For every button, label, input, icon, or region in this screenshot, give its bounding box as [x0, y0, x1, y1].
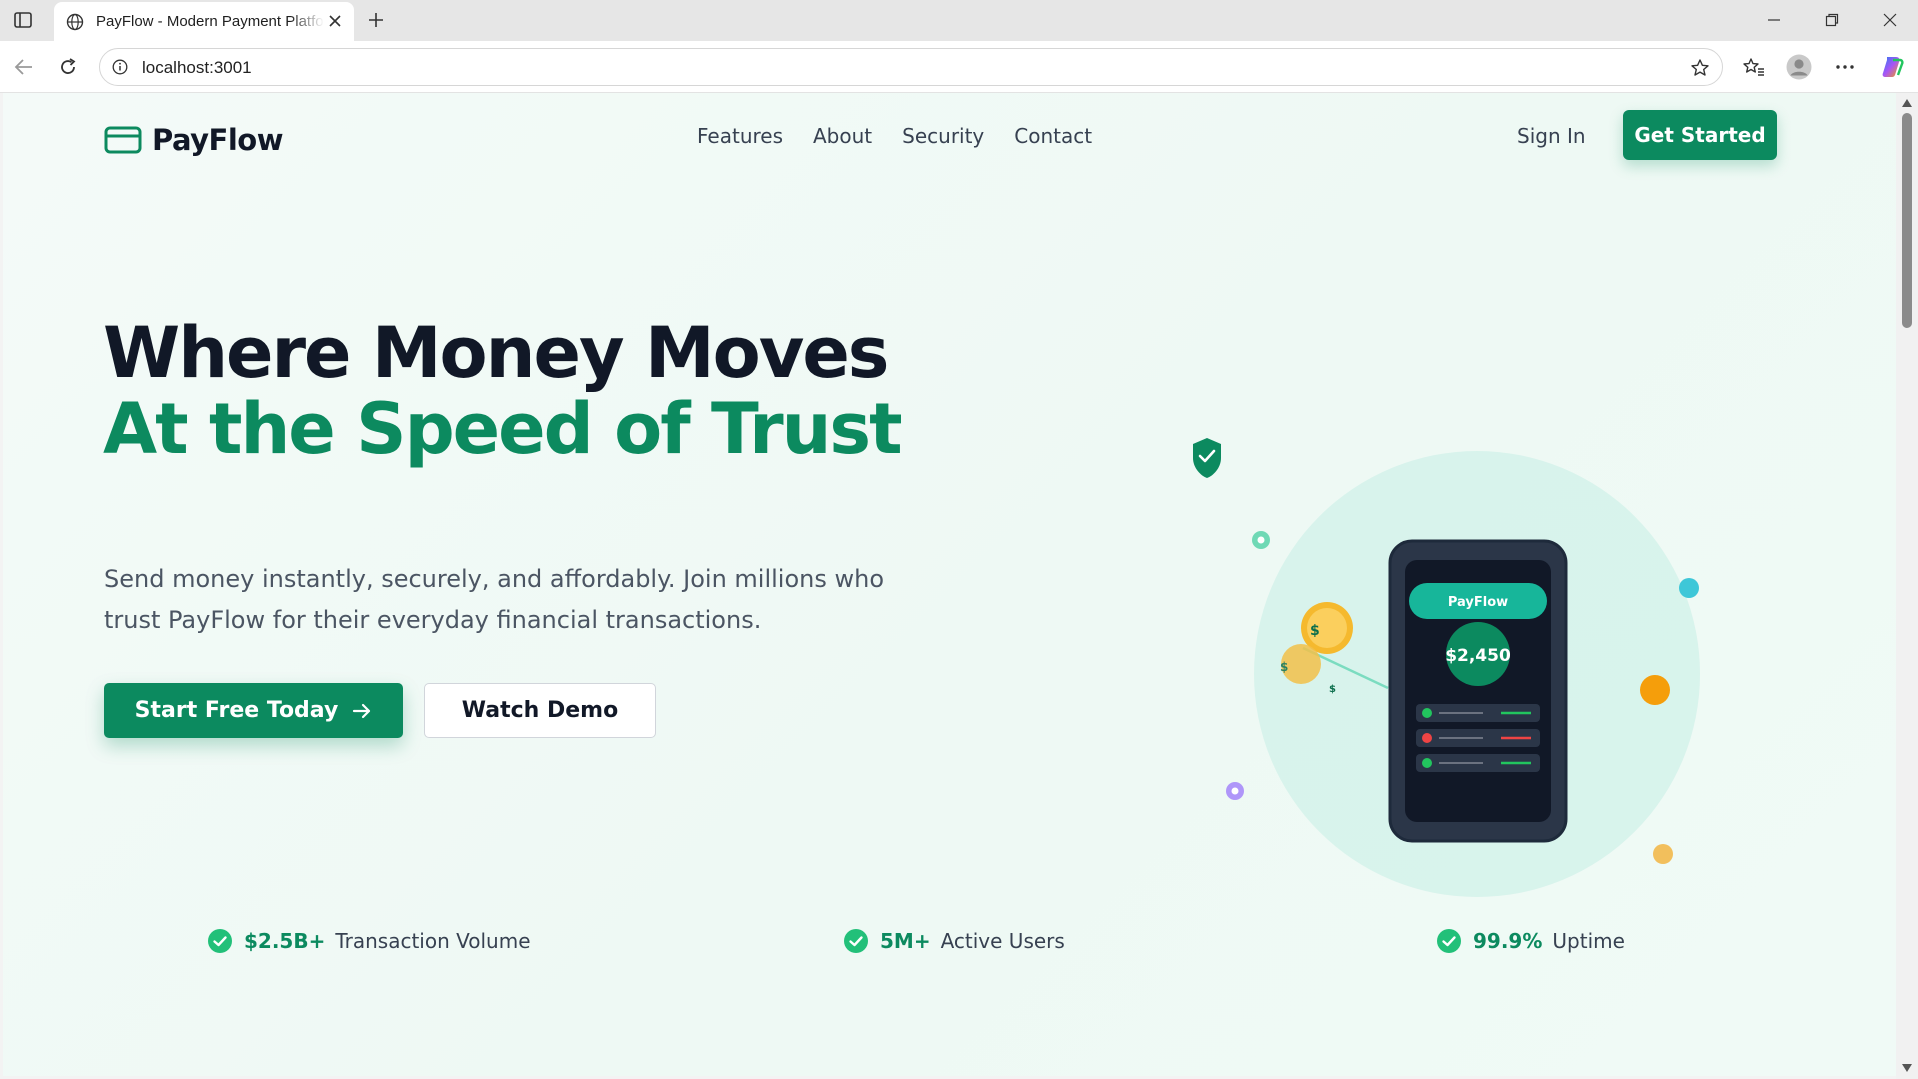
- url-text: localhost:3001: [142, 58, 252, 77]
- minimize-icon[interactable]: [1762, 8, 1786, 32]
- watch-demo-button[interactable]: Watch Demo: [424, 683, 656, 738]
- address-bar-row: localhost:3001: [0, 41, 1918, 93]
- stat-uptime: 99.9% Uptime: [1437, 929, 1625, 953]
- coin-symbol: $: [1310, 623, 1320, 639]
- page-scrollbar[interactable]: [1896, 93, 1918, 1079]
- orange-dot: [1640, 675, 1670, 705]
- stat-label: Transaction Volume: [335, 929, 531, 953]
- reload-icon[interactable]: [54, 53, 82, 81]
- start-free-button[interactable]: Start Free Today: [104, 683, 403, 738]
- check-circle-icon: [208, 929, 232, 953]
- hero-title-line-1: Where Money Moves: [103, 312, 889, 394]
- scrollbar-thumb[interactable]: [1902, 113, 1912, 328]
- phone-device: PayFlow $2,450: [1388, 539, 1568, 843]
- close-icon[interactable]: [326, 12, 344, 30]
- sidebar-toggle-icon[interactable]: [12, 10, 34, 30]
- nav-link-features[interactable]: Features: [697, 124, 783, 148]
- teal-dot: [1679, 578, 1699, 598]
- stat-value: $2.5B+: [244, 929, 326, 953]
- phone-brand: PayFlow: [1448, 595, 1508, 610]
- get-started-button[interactable]: Get Started: [1623, 110, 1777, 160]
- star-icon[interactable]: [1688, 56, 1712, 80]
- gold-dot: [1653, 844, 1673, 864]
- phone-balance: $2,450: [1445, 646, 1511, 666]
- coin-symbol: $: [1329, 684, 1336, 695]
- check-circle-icon: [1437, 929, 1461, 953]
- hero-subtitle: Send money instantly, securely, and affo…: [104, 565, 885, 634]
- credit-card-icon: [104, 126, 142, 154]
- coin-symbol: $: [1280, 660, 1288, 674]
- stat-value: 99.9%: [1473, 929, 1543, 953]
- nav-link-contact[interactable]: Contact: [1014, 124, 1092, 148]
- profile-icon[interactable]: [1785, 53, 1813, 81]
- transaction-row: [1416, 704, 1540, 722]
- favorites-icon[interactable]: [1740, 53, 1768, 81]
- copilot-icon[interactable]: [1878, 53, 1906, 81]
- transaction-row: [1416, 729, 1540, 747]
- browser-tab-strip: PayFlow - Modern Payment Platform: [0, 0, 1918, 41]
- nav-link-about[interactable]: About: [813, 124, 872, 148]
- nav-link-security[interactable]: Security: [902, 124, 984, 148]
- start-free-label: Start Free Today: [134, 698, 339, 723]
- stat-label: Active Users: [940, 929, 1065, 953]
- green-dot-icon: [1252, 531, 1270, 549]
- purple-dot-icon: [1226, 782, 1244, 800]
- brand-logo[interactable]: PayFlow: [104, 123, 284, 157]
- more-icon[interactable]: [1831, 53, 1859, 81]
- info-icon[interactable]: [110, 57, 130, 77]
- shield-check-icon: [1193, 438, 1221, 478]
- page-viewport: PayFlow Features About Security Contact …: [3, 93, 1896, 1076]
- window-close-icon[interactable]: [1878, 8, 1902, 32]
- check-circle-icon: [844, 929, 868, 953]
- hero-title-line-2: At the Speed of Trust: [103, 388, 903, 470]
- tab-title: PayFlow - Modern Payment Platform: [96, 13, 324, 30]
- browser-tab[interactable]: PayFlow - Modern Payment Platform: [54, 2, 354, 41]
- stat-transaction-volume: $2.5B+ Transaction Volume: [208, 929, 531, 953]
- globe-icon: [64, 11, 86, 33]
- stat-active-users: 5M+ Active Users: [844, 929, 1065, 953]
- phone-illustration: $ $ $ PayFlow $2,450: [1193, 438, 1700, 897]
- scroll-up-icon[interactable]: [1901, 98, 1913, 108]
- plus-icon[interactable]: [364, 8, 388, 32]
- stat-value: 5M+: [880, 929, 931, 953]
- transaction-row: [1416, 754, 1540, 772]
- address-input[interactable]: localhost:3001: [99, 48, 1723, 86]
- scroll-down-icon[interactable]: [1901, 1063, 1913, 1073]
- arrow-right-icon: [353, 703, 371, 718]
- stat-label: Uptime: [1552, 929, 1625, 953]
- hero-title: Where Money Moves At the Speed of Trust: [103, 312, 903, 470]
- restore-icon[interactable]: [1820, 8, 1844, 32]
- main-nav: Features About Security Contact: [697, 124, 1092, 148]
- back-icon[interactable]: [10, 53, 38, 81]
- brand-name: PayFlow: [152, 123, 284, 157]
- sign-in-link[interactable]: Sign In: [1517, 124, 1586, 148]
